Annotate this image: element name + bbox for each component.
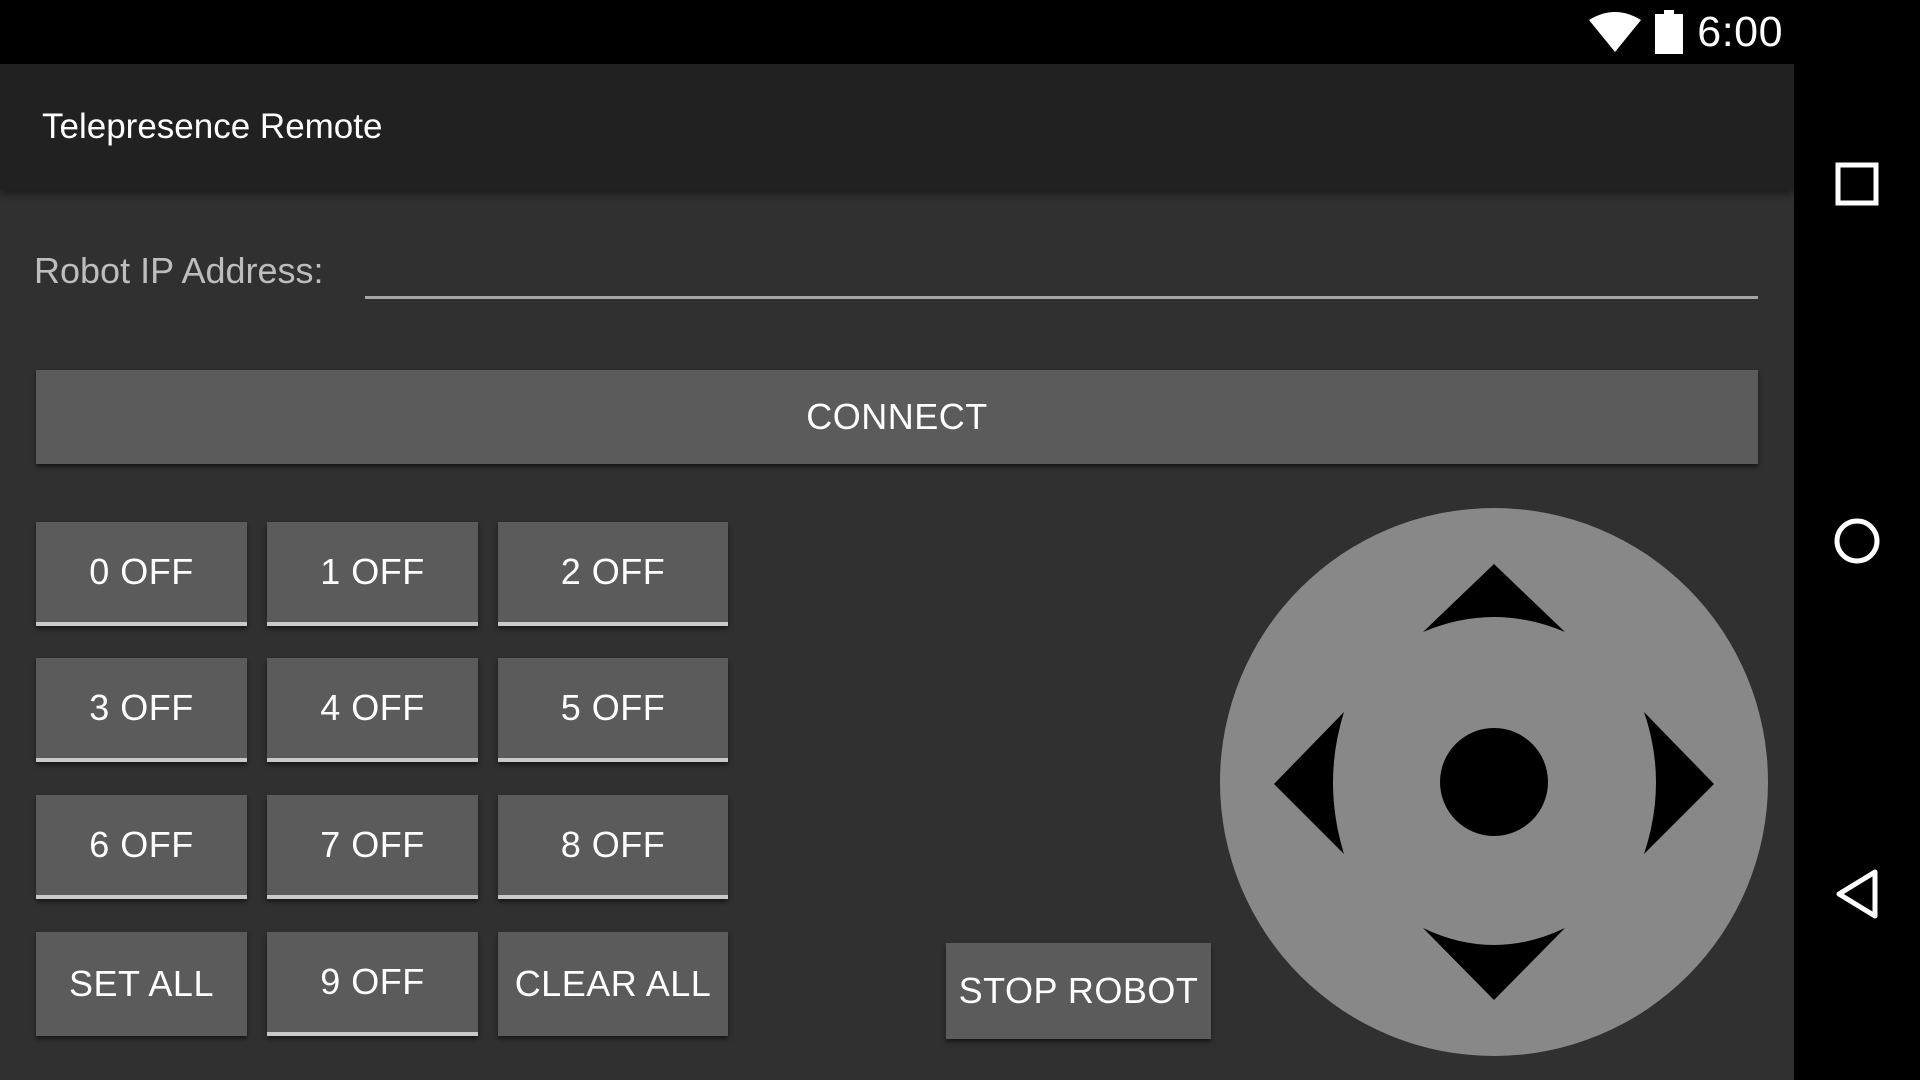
ip-address-input[interactable] <box>365 250 1758 299</box>
ip-address-label: Robot IP Address: <box>34 250 324 291</box>
set-all-button[interactable]: SET ALL <box>36 932 247 1036</box>
toggle-8-button[interactable]: 8 OFF <box>498 795 728 899</box>
app-title: Telepresence Remote <box>42 107 383 146</box>
recents-button[interactable] <box>1831 158 1883 210</box>
toggle-9-button[interactable]: 9 OFF <box>267 932 478 1036</box>
triangle-back-icon <box>1836 869 1878 919</box>
home-button[interactable] <box>1831 515 1883 567</box>
clock: 6:00 <box>1697 7 1783 56</box>
nav-bar <box>1794 64 1920 1080</box>
toggle-4-button[interactable]: 4 OFF <box>267 658 478 762</box>
toggle-5-button[interactable]: 5 OFF <box>498 658 728 762</box>
stop-robot-button[interactable]: STOP ROBOT <box>946 943 1211 1039</box>
toggle-7-button[interactable]: 7 OFF <box>267 795 478 899</box>
battery-icon <box>1655 10 1684 54</box>
status-icons: 6:00 <box>1589 0 1783 64</box>
clear-all-button[interactable]: CLEAR ALL <box>498 932 728 1036</box>
connect-button[interactable]: CONNECT <box>36 370 1758 464</box>
square-icon <box>1835 162 1879 206</box>
status-bar: 6:00 <box>0 0 1920 64</box>
toggle-3-button[interactable]: 3 OFF <box>36 658 247 762</box>
toggle-2-button[interactable]: 2 OFF <box>498 522 728 626</box>
toggle-0-button[interactable]: 0 OFF <box>36 522 247 626</box>
app-bar: Telepresence Remote <box>0 64 1794 190</box>
dpad-center-button[interactable] <box>1440 728 1548 836</box>
wifi-icon <box>1589 12 1642 52</box>
circle-icon <box>1834 518 1880 564</box>
direction-pad[interactable] <box>1220 508 1768 1056</box>
toggle-6-button[interactable]: 6 OFF <box>36 795 247 899</box>
toggle-1-button[interactable]: 1 OFF <box>267 522 478 626</box>
back-button[interactable] <box>1831 868 1883 920</box>
